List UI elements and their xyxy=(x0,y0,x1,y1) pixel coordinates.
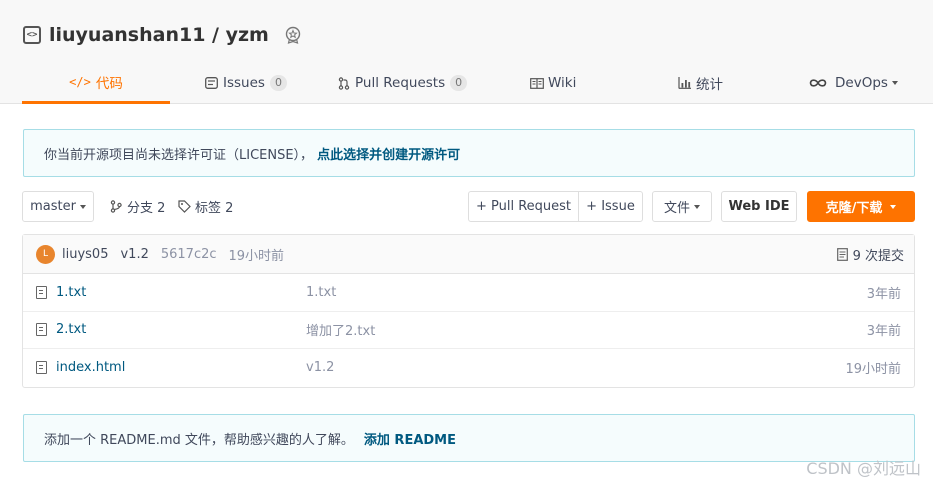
tags-count: 标签 2 xyxy=(195,201,234,216)
branch-select[interactable]: master xyxy=(22,191,94,222)
tab-issues[interactable]: Issues 0 xyxy=(205,62,287,104)
chevron-down-icon xyxy=(79,204,86,209)
tab-pull-requests[interactable]: Pull Requests 0 xyxy=(338,62,468,104)
repo-title: <> liuyuanshan11 / yzm xyxy=(23,24,303,46)
branches-link[interactable]: 分支 2 xyxy=(110,191,165,222)
clone-download-label: 克隆/下载 xyxy=(825,201,883,216)
file-row: index.html v1.2 19小时前 xyxy=(23,349,914,387)
repo-owner-link[interactable]: liuyuanshan11 xyxy=(49,24,205,46)
file-commit-message-link[interactable]: v1.2 xyxy=(306,360,334,375)
file-time: 3年前 xyxy=(866,286,901,302)
tags-link[interactable]: 标签 2 xyxy=(178,191,233,222)
tab-devops[interactable]: DevOps xyxy=(809,62,898,104)
file-time: 19小时前 xyxy=(845,362,901,378)
commit-time: 19小时前 xyxy=(228,248,285,264)
tab-issues-label: Issues xyxy=(223,75,265,91)
repo-separator: / xyxy=(205,24,226,46)
commits-count-link[interactable]: 9 次提交 xyxy=(836,235,904,274)
readme-notice: 添加一个 README.md 文件，帮助感兴趣的人了解。 添加 README xyxy=(23,414,915,462)
issues-count-badge: 0 xyxy=(269,75,287,91)
file-name-link[interactable]: 2.txt xyxy=(56,322,86,337)
commits-count: 9 次提交 xyxy=(852,249,904,264)
watermark: CSDN @刘远山 xyxy=(806,459,921,478)
license-notice: 你当前开源项目尚未选择许可证（LICENSE）， 点此选择并创建开源许可 xyxy=(23,129,915,177)
chevron-down-icon xyxy=(694,204,700,209)
commit-sha-link[interactable]: 5617c2c xyxy=(161,247,217,262)
file-icon xyxy=(36,323,47,337)
branches-count: 分支 2 xyxy=(127,201,166,216)
file-icon xyxy=(36,285,47,299)
file-commit-message-link[interactable]: 1.txt xyxy=(306,285,336,300)
tag-icon xyxy=(178,200,191,213)
code-icon: </> xyxy=(69,74,91,89)
commit-list-icon xyxy=(836,248,848,261)
tab-stats-label: 统计 xyxy=(696,77,723,93)
tab-code-label: 代码 xyxy=(95,75,123,92)
tab-pull-requests-label: Pull Requests xyxy=(355,75,446,91)
clone-download-button[interactable]: 克隆/下载 xyxy=(807,191,915,222)
files-menu-label: 文件 xyxy=(663,201,690,216)
branch-icon xyxy=(110,200,122,213)
avatar[interactable]: L xyxy=(36,244,55,264)
bar-chart-icon xyxy=(678,77,691,89)
repo-name-link[interactable]: yzm xyxy=(226,24,269,46)
last-commit-row: L liuys05 v1.2 5617c2c 19小时前 9 次提交 xyxy=(23,235,914,274)
files-menu-button[interactable]: 文件 xyxy=(652,191,712,222)
readme-notice-text: 添加一个 README.md 文件，帮助感兴趣的人了解。 xyxy=(44,432,354,448)
web-ide-button[interactable]: Web IDE xyxy=(721,191,797,222)
code-repo-icon: <> xyxy=(23,26,41,44)
file-list: L liuys05 v1.2 5617c2c 19小时前 9 次提交 1.txt… xyxy=(22,234,915,388)
license-notice-text: 你当前开源项目尚未选择许可证（LICENSE）， xyxy=(44,147,314,163)
repo-tabs: </> 代码 Issues 0 Pull Requests 0 Wiki 统计 … xyxy=(22,62,912,104)
branch-select-value: master xyxy=(30,199,76,214)
commit-author-link[interactable]: liuys05 xyxy=(62,247,108,262)
wiki-book-icon xyxy=(530,77,544,89)
pull-request-icon xyxy=(338,76,350,90)
recommend-badge-icon[interactable] xyxy=(283,25,303,45)
repo-header: <> liuyuanshan11 / yzm </> 代码 Issues 0 P… xyxy=(0,0,933,104)
file-commit-message-link[interactable]: 增加了2.txt xyxy=(306,320,375,339)
add-readme-link[interactable]: 添加 README xyxy=(364,429,456,448)
new-pull-request-button[interactable]: + Pull Request xyxy=(468,191,579,222)
tab-wiki[interactable]: Wiki xyxy=(530,62,576,104)
commit-message-link[interactable]: v1.2 xyxy=(120,247,148,262)
create-license-link[interactable]: 点此选择并创建开源许可 xyxy=(317,144,460,163)
file-row: 2.txt 增加了2.txt 3年前 xyxy=(23,312,914,349)
infinity-icon xyxy=(809,79,827,87)
file-name-link[interactable]: index.html xyxy=(56,360,125,375)
issues-icon xyxy=(205,77,218,89)
tab-code[interactable]: </> 代码 xyxy=(22,62,170,104)
file-name-link[interactable]: 1.txt xyxy=(56,285,86,300)
pull-requests-count-badge: 0 xyxy=(450,75,468,91)
file-icon xyxy=(36,361,47,375)
tab-devops-label: DevOps xyxy=(835,75,888,91)
tab-stats[interactable]: 统计 xyxy=(678,62,723,104)
chevron-down-icon xyxy=(890,204,897,209)
file-time: 3年前 xyxy=(866,324,901,340)
chevron-down-icon xyxy=(891,81,898,85)
tab-wiki-label: Wiki xyxy=(548,75,577,91)
new-issue-button[interactable]: + Issue xyxy=(578,191,643,222)
file-row: 1.txt 1.txt 3年前 xyxy=(23,274,914,312)
repo-toolbar: master 分支 2 标签 2 + Pull Request + Issue … xyxy=(22,191,915,223)
